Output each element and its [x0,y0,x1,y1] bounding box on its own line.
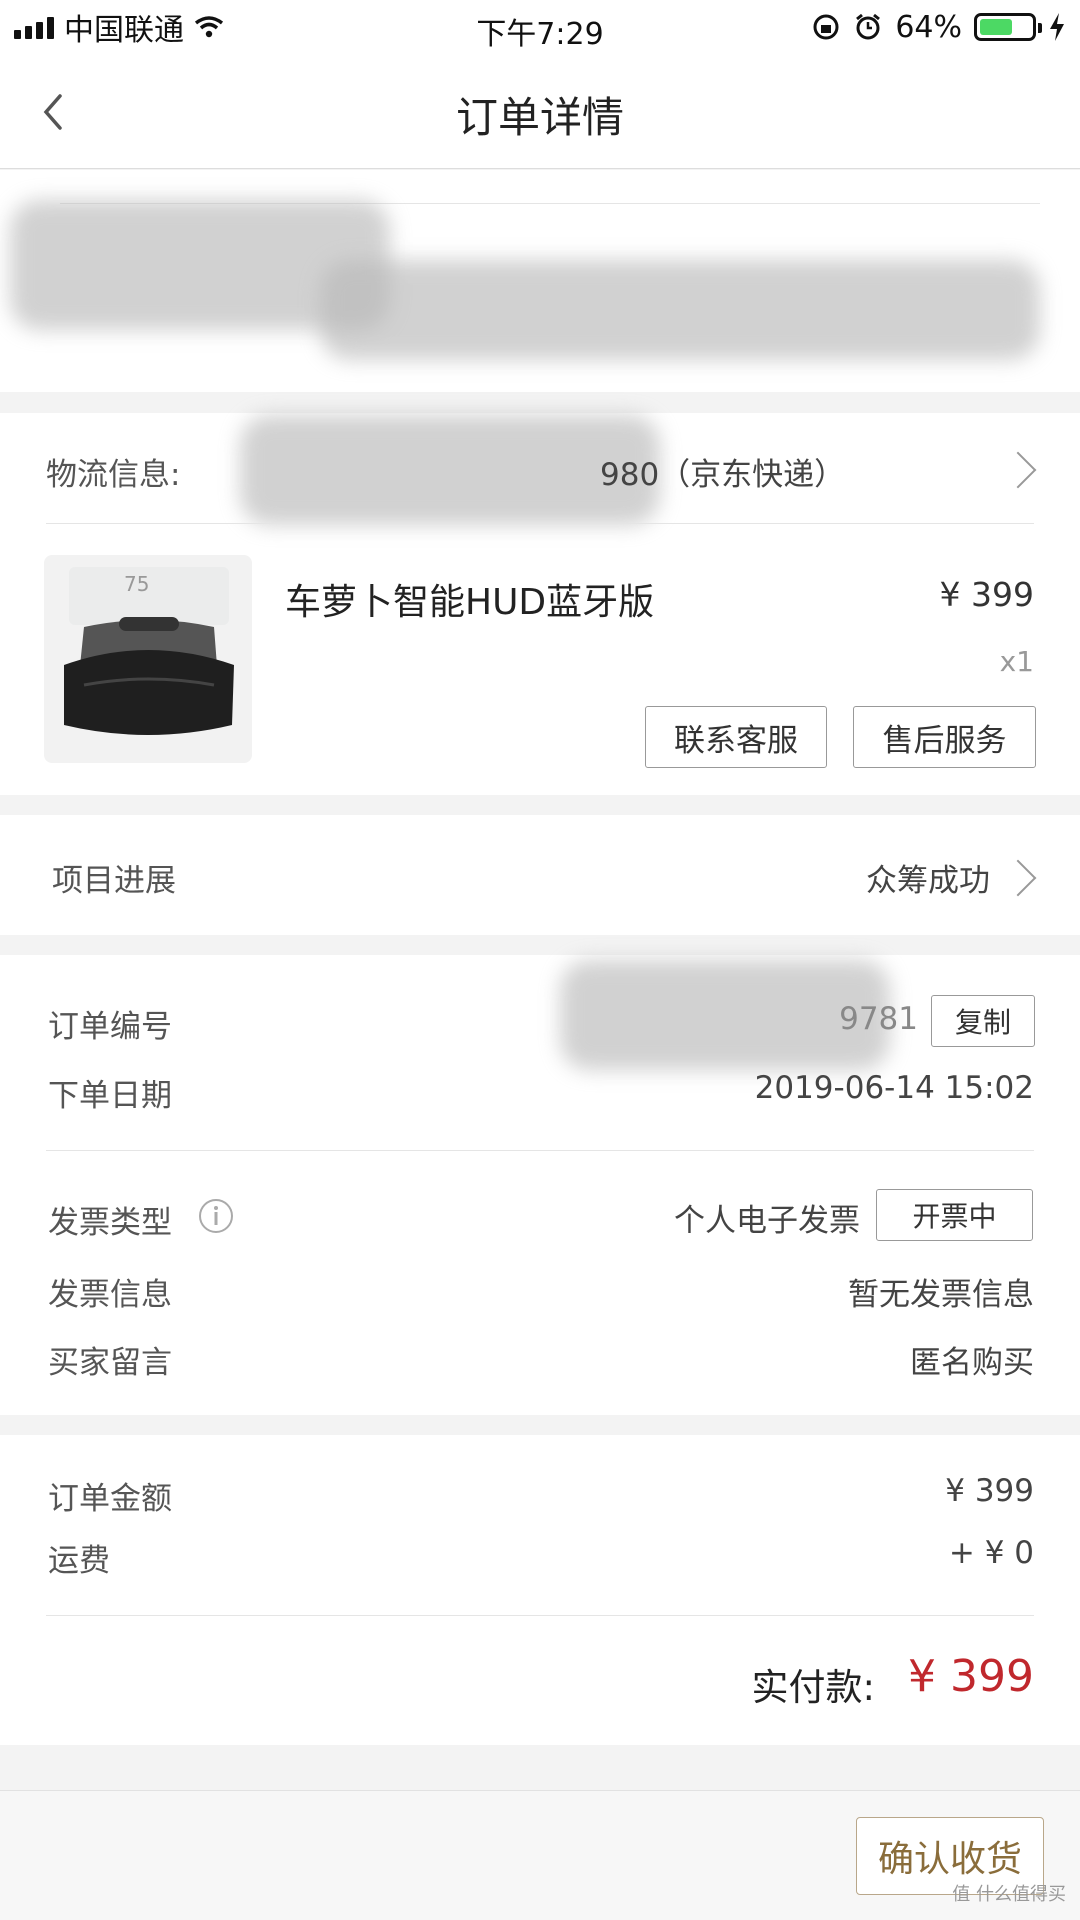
svg-text:75: 75 [124,572,149,596]
order-amount-label: 订单金额 [48,1481,172,1517]
order-number-label: 订单编号 [48,1009,172,1045]
invoice-type-value: 个人电子发票 [674,1203,860,1239]
order-amount: ¥ 399 [945,1473,1034,1509]
logistics-row[interactable]: 物流信息: 980（京东快递） [0,413,1080,525]
logistics-label: 物流信息: [46,457,181,493]
product-name: 车萝卜智能HUD蓝牙版 [285,582,655,623]
contact-service-button[interactable]: 联系客服 [645,706,827,768]
amount-section: 订单金额 ¥ 399 运费 + ¥ 0 实付款: ¥ 399 [0,1435,1080,1745]
watermark: 值 什么值得买 [952,1884,1066,1905]
address-section [0,170,1080,392]
progress-section[interactable]: 项目进展 众筹成功 [0,815,1080,935]
info-icon[interactable] [198,1198,234,1234]
invoice-type-label: 发票类型 [48,1205,172,1241]
rotation-lock-icon [813,14,839,40]
invoice-info-value: 暂无发票信息 [848,1277,1034,1313]
chevron-right-icon [999,859,1037,897]
redacted-tracking [240,415,660,525]
buyer-message-value: 匿名购买 [910,1345,1034,1381]
progress-value: 众筹成功 [866,863,990,899]
buyer-message-label: 买家留言 [48,1345,172,1381]
shipping-label: 运费 [48,1543,110,1579]
chevron-right-icon [999,451,1037,489]
battery-icon [974,13,1042,41]
order-date-label: 下单日期 [48,1078,172,1114]
page-title: 订单详情 [455,93,624,142]
alarm-icon [856,13,881,40]
battery-percent: 64% [895,9,962,45]
order-number: 9781 [839,1001,918,1037]
product-price: ¥ 399 [939,575,1034,614]
charging-icon [1050,13,1064,41]
order-info-section: 订单编号 9781 复制 下单日期 2019-06-14 15:02 发票类型 … [0,955,1080,1415]
invoice-info-label: 发票信息 [48,1277,172,1313]
nav-bar: 订单详情 [0,54,1080,169]
order-date: 2019-06-14 15:02 [754,1070,1034,1106]
product-image[interactable]: 75 [44,555,252,763]
shipping-fee: + ¥ 0 [948,1535,1034,1571]
paid-amount: ¥ 399 [908,1651,1034,1702]
logistics-value: 980（京东快递） [600,457,846,493]
after-sales-button[interactable]: 售后服务 [853,706,1036,768]
bottom-action-bar: 确认收货 值 什么值得买 [0,1790,1080,1920]
paid-label: 实付款: [751,1666,875,1709]
product-quantity: x1 [999,645,1034,678]
status-bar: 中国联通 下午7:29 64% [0,0,1080,54]
copy-button[interactable]: 复制 [931,995,1035,1047]
invoice-status-badge: 开票中 [876,1189,1033,1241]
progress-label: 项目进展 [52,863,176,899]
